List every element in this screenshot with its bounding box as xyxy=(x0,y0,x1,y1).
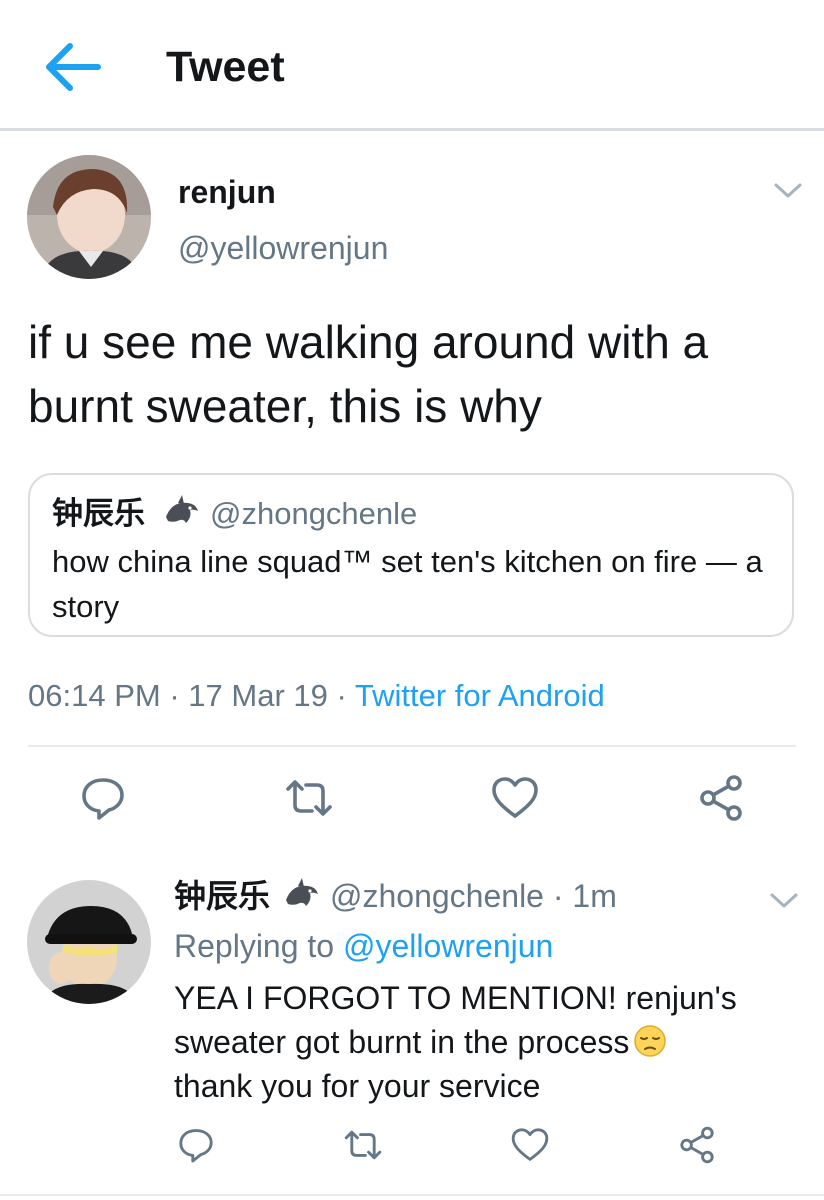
tweet-date: 17 Mar 19 xyxy=(188,678,328,713)
chevron-down-icon[interactable] xyxy=(766,888,802,912)
replying-to-mention[interactable]: @yellowrenjun xyxy=(343,928,553,964)
replying-to-line: Replying to @yellowrenjun xyxy=(174,926,553,966)
quoted-tweet-card[interactable]: 钟辰乐 @zhongchenle how china line squad™ s… xyxy=(28,473,794,637)
chevron-down-icon[interactable] xyxy=(770,178,806,202)
quoted-tweet-text: how china line squad™ set ten's kitchen … xyxy=(52,544,763,624)
dolphin-emoji-icon xyxy=(162,493,202,533)
reply-text-line: thank you for your service xyxy=(174,1068,541,1104)
author-name[interactable]: renjun xyxy=(178,172,276,212)
back-arrow-icon[interactable] xyxy=(40,38,104,96)
author-avatar[interactable] xyxy=(27,155,151,279)
divider xyxy=(0,1194,824,1196)
top-bar: Tweet xyxy=(0,0,824,131)
tweet-time: 06:14 PM xyxy=(28,678,161,713)
pensive-face-emoji-icon xyxy=(633,1024,667,1058)
reply-text-line: sweater got burnt in the process xyxy=(174,1020,794,1064)
reply-text: YEA I FORGOT TO MENTION! renjun's sweate… xyxy=(174,976,794,1108)
dolphin-emoji-icon xyxy=(282,876,322,916)
reply-text-line: YEA I FORGOT TO MENTION! renjun's xyxy=(174,980,737,1016)
like-icon[interactable] xyxy=(510,1125,550,1165)
share-icon[interactable] xyxy=(677,1125,717,1165)
reply-icon[interactable] xyxy=(176,1125,216,1165)
meta-separator: · xyxy=(336,678,347,713)
tweet-source-link[interactable]: Twitter for Android xyxy=(355,678,605,713)
share-icon[interactable] xyxy=(696,773,746,823)
retweet-icon[interactable] xyxy=(284,773,334,823)
replying-to-label: Replying to xyxy=(174,928,343,964)
quoted-author-name: 钟辰乐 xyxy=(52,496,145,531)
reply-handle-time[interactable]: @zhongchenle · 1m xyxy=(330,876,617,916)
quoted-author-handle: @zhongchenle xyxy=(210,496,418,531)
retweet-icon[interactable] xyxy=(343,1125,383,1165)
divider xyxy=(28,745,796,747)
like-icon[interactable] xyxy=(490,773,540,823)
tweet-text: if u see me walking around with a burnt … xyxy=(28,316,709,432)
reply-icon[interactable] xyxy=(78,773,128,823)
reply-author-avatar[interactable] xyxy=(27,880,151,1004)
reply-author-name[interactable]: 钟辰乐 xyxy=(174,876,270,916)
meta-separator: · xyxy=(169,678,180,713)
author-handle[interactable]: @yellowrenjun xyxy=(178,228,388,268)
reply-text-span: sweater got burnt in the process xyxy=(174,1024,630,1060)
page-title: Tweet xyxy=(166,43,285,91)
tweet-meta: 06:14 PM · 17 Mar 19 · Twitter for Andro… xyxy=(28,676,605,716)
